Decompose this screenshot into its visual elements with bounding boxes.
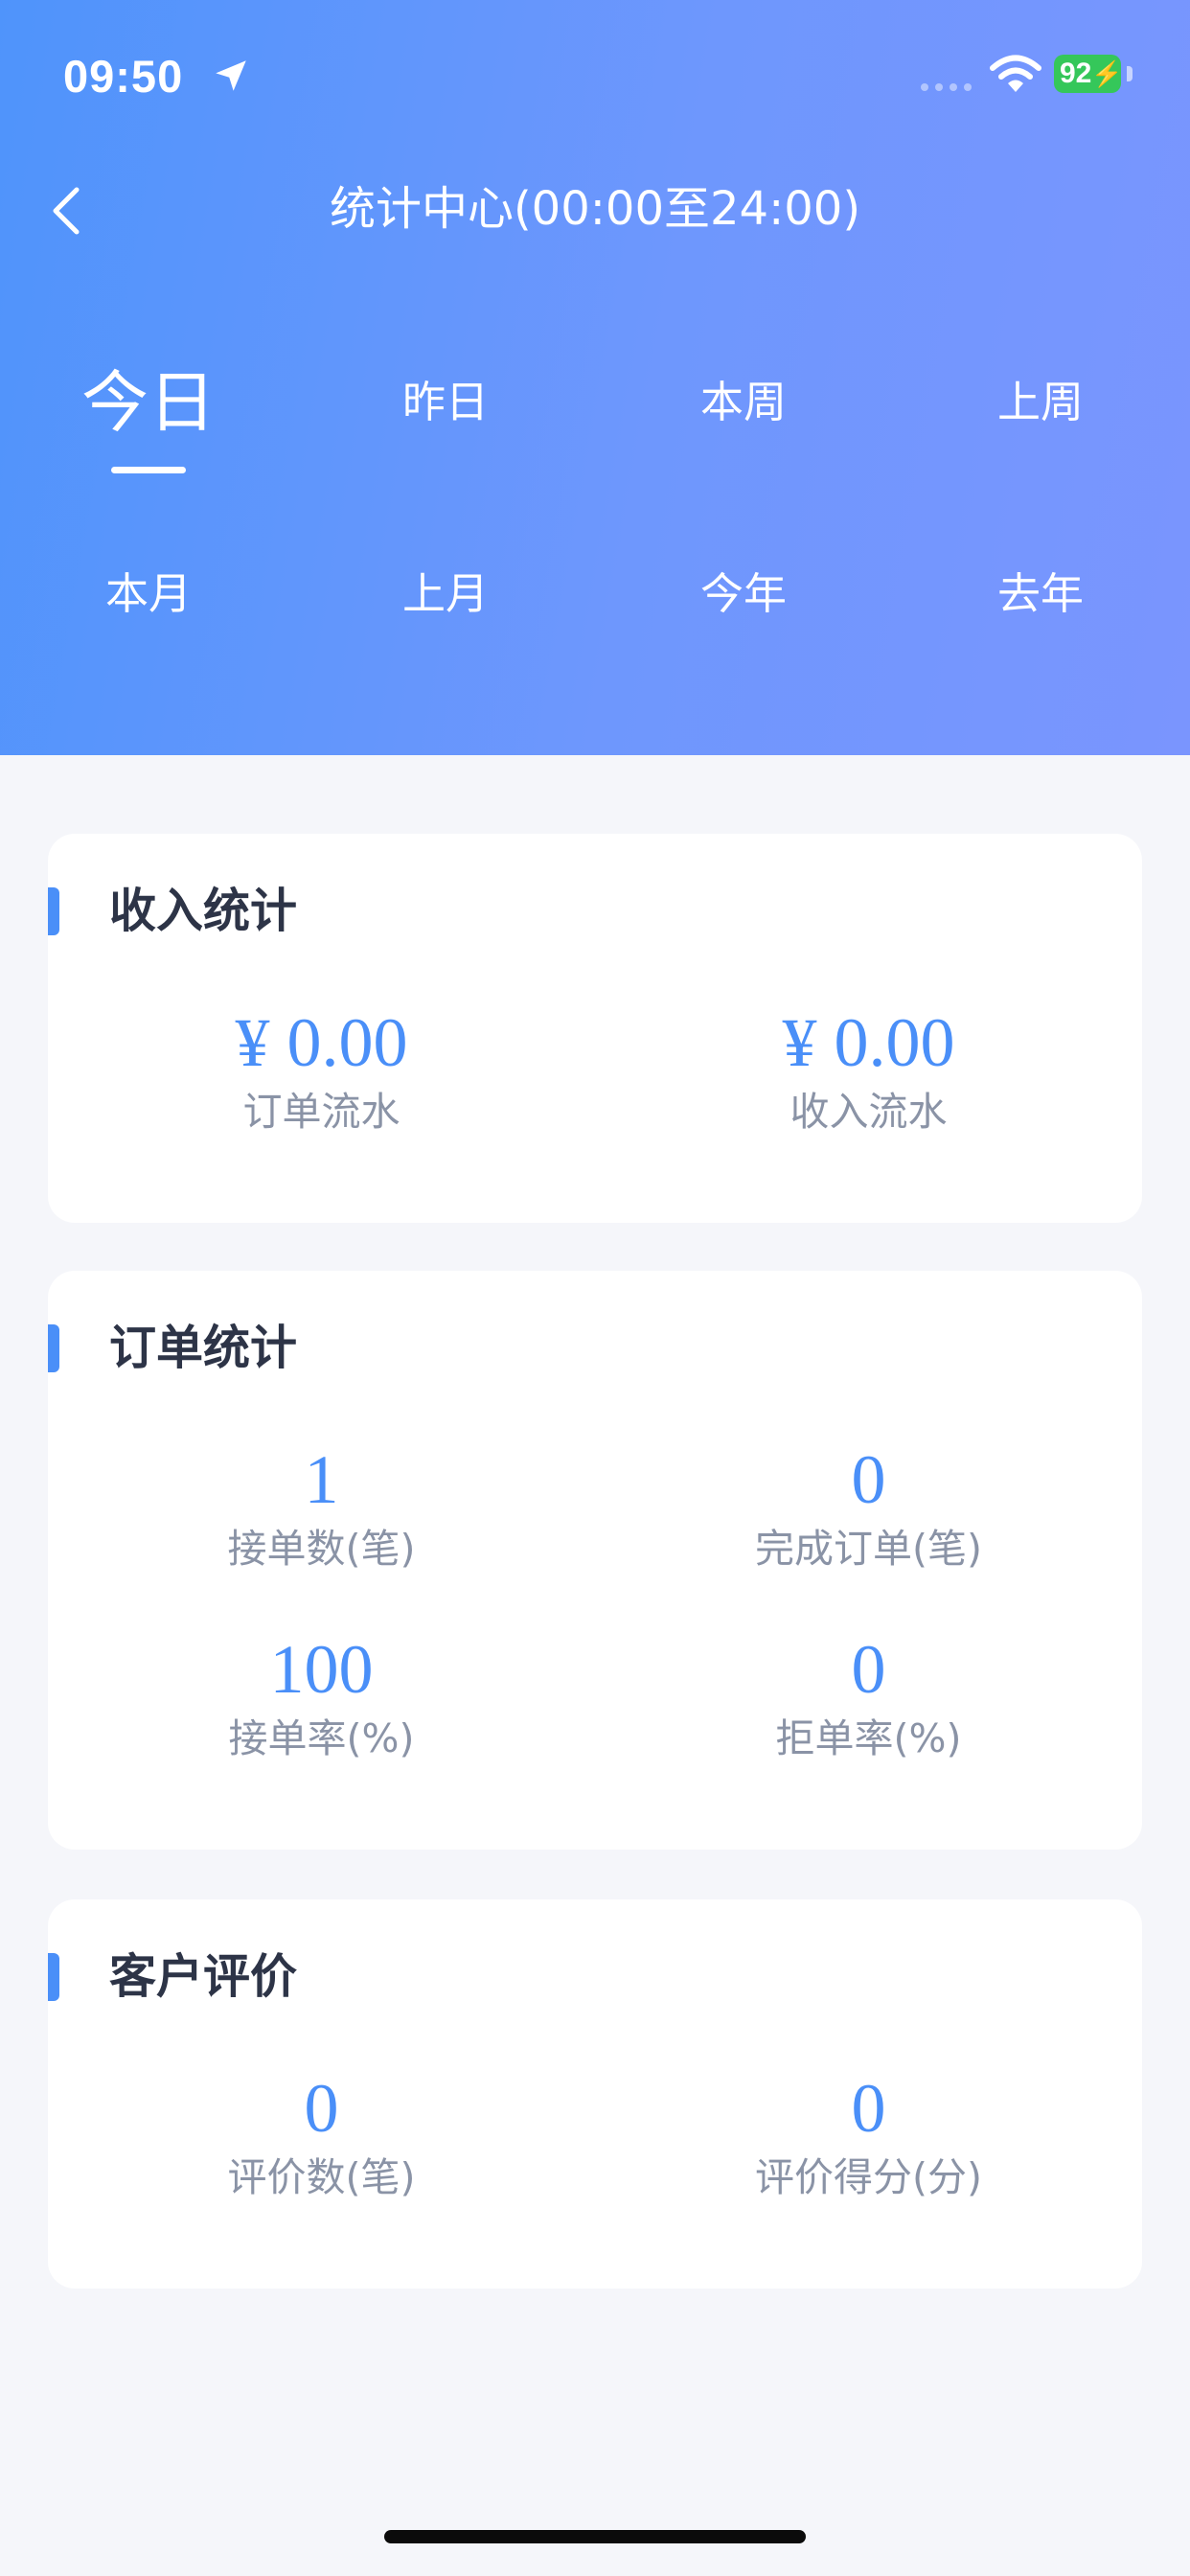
battery-level: 92⚡ — [1054, 55, 1123, 93]
order-section-title: 订单统计 — [109, 1321, 298, 1375]
tab-last-month[interactable]: 上月 — [297, 561, 594, 628]
tab-this-month[interactable]: 本月 — [0, 561, 297, 628]
accepted-orders-stat: 1 接单数(笔) — [48, 1439, 595, 1577]
status-time: 09:50 — [63, 51, 184, 102]
income-flow-stat: ¥ 0.00 收入流水 — [595, 1002, 1142, 1140]
review-score-stat: 0 评价得分(分) — [595, 2068, 1142, 2206]
accepted-orders-value: 1 — [304, 1441, 339, 1518]
income-section-title: 收入统计 — [109, 884, 298, 938]
review-section-title: 客户评价 — [109, 1949, 298, 2004]
completed-orders-value: 0 — [851, 1441, 886, 1518]
reject-rate-value: 0 — [851, 1631, 886, 1708]
section-accent-bar — [48, 887, 59, 935]
section-accent-bar — [48, 1953, 59, 2001]
accept-rate-label: 接单率(%) — [228, 1715, 415, 1761]
review-score-value: 0 — [851, 2070, 886, 2147]
order-flow-stat: ¥ 0.00 订单流水 — [48, 1002, 595, 1140]
completed-orders-label: 完成订单(笔) — [755, 1526, 982, 1572]
accepted-orders-label: 接单数(笔) — [227, 1526, 416, 1572]
battery-icon: 92⚡ — [1054, 55, 1133, 93]
wifi-icon — [990, 55, 1041, 92]
review-score-label: 评价得分(分) — [755, 2154, 982, 2200]
income-flow-value: ¥ 0.00 — [782, 1004, 955, 1081]
accept-rate-stat: 100 接单率(%) — [48, 1629, 595, 1767]
reject-rate-label: 拒单率(%) — [775, 1715, 962, 1761]
accept-rate-value: 100 — [269, 1631, 374, 1708]
tab-last-week[interactable]: 上周 — [892, 369, 1189, 436]
order-flow-value: ¥ 0.00 — [235, 1004, 408, 1081]
income-stats-card: 收入统计 ¥ 0.00 订单流水 ¥ 0.00 收入流水 — [48, 834, 1142, 1223]
header-background: 09:50 92⚡ 统计中心(00:00至24:00) 今日 昨日 本周 上周 … — [0, 0, 1190, 755]
battery-percentage: 92 — [1060, 58, 1092, 89]
review-stats-card: 客户评价 0 评价数(笔) 0 评价得分(分) — [48, 1899, 1142, 2288]
tab-today[interactable]: 今日 — [0, 355, 297, 450]
active-tab-indicator — [111, 467, 186, 473]
completed-orders-stat: 0 完成订单(笔) — [595, 1439, 1142, 1577]
page-title: 统计中心(00:00至24:00) — [329, 182, 861, 236]
income-flow-label: 收入流水 — [790, 1089, 948, 1135]
review-count-stat: 0 评价数(笔) — [48, 2068, 595, 2206]
tab-last-year[interactable]: 去年 — [892, 561, 1189, 628]
order-flow-label: 订单流水 — [242, 1089, 400, 1135]
location-arrow-icon — [216, 60, 246, 91]
tab-yesterday[interactable]: 昨日 — [297, 369, 594, 436]
status-bar: 09:50 92⚡ — [0, 0, 1190, 153]
cellular-signal-icon — [921, 83, 972, 91]
section-accent-bar — [48, 1324, 59, 1372]
home-indicator[interactable] — [384, 2530, 806, 2543]
reject-rate-stat: 0 拒单率(%) — [595, 1629, 1142, 1767]
tab-this-week[interactable]: 本周 — [595, 369, 892, 436]
review-count-label: 评价数(笔) — [227, 2154, 416, 2200]
order-stats-card: 订单统计 1 接单数(笔) 0 完成订单(笔) 100 接单率(%) 0 拒单率… — [48, 1271, 1142, 1850]
battery-cap — [1127, 66, 1133, 81]
tab-this-year[interactable]: 今年 — [595, 561, 892, 628]
review-count-value: 0 — [304, 2070, 339, 2147]
